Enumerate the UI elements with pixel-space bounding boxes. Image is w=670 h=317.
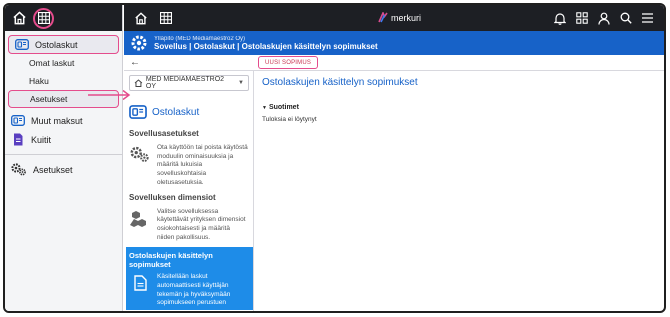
app-title: Ostolaskut [129, 105, 249, 119]
nav-subitem-label: Asetukset [30, 94, 68, 104]
nav-divider [5, 154, 122, 155]
card-description: Käsitellään laskut automaattisesti käytt… [157, 273, 231, 307]
left-nav-panel: Ostolaskut Omat laskut Haku Asetukset Mu… [5, 5, 123, 311]
nav-subitem-omat-laskut[interactable]: Omat laskut [5, 54, 122, 72]
app-title-label: Ostolaskut [152, 106, 200, 118]
gear-icon [131, 35, 147, 51]
section-title: Sovelluksen dimensiot [129, 192, 216, 202]
document-icon [133, 275, 147, 292]
left-top-bar [5, 5, 122, 31]
page-header: Ylläpito (MED Mediamaestro2 Oy) Sovellus… [124, 31, 664, 55]
settings-card-dimensions[interactable]: Valitse sovelluksessa käytettävät yrityk… [129, 208, 249, 243]
no-results-text: Tuloksia ei löytynyt [262, 116, 317, 123]
top-bar: merkuri [124, 5, 664, 31]
organization-name: Ylläpito (MED Mediamaestro2 Oy) [154, 35, 246, 42]
nav-item-kuitit[interactable]: Kuitit [5, 130, 122, 149]
nav-group: Ostolaskut Omat laskut Haku Asetukset Mu… [5, 31, 122, 179]
apps-grid-button[interactable] [33, 7, 54, 29]
gears-icon [130, 146, 149, 162]
filters-toggle[interactable]: ▼ Suotimet [262, 104, 656, 111]
invoice-icon [129, 105, 147, 119]
search-icon[interactable] [617, 10, 634, 27]
nav-item-ostolaskut[interactable]: Ostolaskut [8, 35, 119, 54]
nav-item-label: Muut maksut [31, 115, 83, 126]
main-panel: Ostolaskujen käsittelyn sopimukset ▼ Suo… [254, 71, 664, 311]
nav-subitem-label: Omat laskut [29, 58, 75, 68]
caret-down-icon: ▼ [262, 104, 267, 111]
card-description: Ota käyttöön tai poista käytöstä moduuli… [157, 144, 248, 186]
app-screen: merkuri Ylläpito (MED Mediamaestro2 Oy) … [124, 5, 664, 311]
new-agreement-button[interactable]: UUSI SOPIMUS [258, 56, 319, 69]
card-description: Valitse sovelluksessa käytettävät yrityk… [157, 207, 246, 241]
merkuri-logo-icon [378, 12, 388, 23]
back-arrow-icon[interactable]: ← [130, 57, 140, 68]
home-icon[interactable] [11, 10, 28, 27]
settings-sidebar: MED MEDIAMAESTRO2 OY ▼ Ostolaskut Sovell… [124, 71, 254, 311]
company-name: MED MEDIAMAESTRO2 OY [145, 76, 225, 90]
invoice-icon [15, 39, 29, 50]
apps-icon[interactable] [573, 10, 590, 27]
page-title: Ostolaskujen käsittelyn sopimukset [262, 77, 418, 88]
settings-card-invoice-agreements[interactable]: Ostolaskujen käsittelyn sopimukset Käsit… [126, 247, 253, 311]
home-icon[interactable] [132, 10, 149, 27]
settings-card-app-settings[interactable]: Ota käyttöön tai poista käytöstä moduuli… [129, 144, 249, 188]
grid-icon [37, 12, 50, 24]
section-title: Sovellusasetukset [129, 129, 199, 138]
nav-item-label: Asetukset [33, 164, 73, 175]
invoice-icon [11, 115, 25, 126]
user-icon[interactable] [595, 10, 612, 27]
nav-subitem-label: Haku [29, 76, 49, 86]
gears-icon [11, 163, 26, 176]
grid-icon[interactable] [157, 10, 174, 27]
building-icon [134, 79, 143, 87]
nav-item-label: Ostolaskut [35, 39, 78, 50]
brand-name: merkuri [391, 12, 422, 23]
nav-item-label: Kuitit [31, 134, 52, 145]
cubes-icon [130, 210, 146, 227]
brand-logo: merkuri [378, 12, 421, 23]
nav-item-muut-maksut[interactable]: Muut maksut [5, 111, 122, 130]
filters-label: Suotimet [268, 104, 299, 111]
screenshot-frame: Ostolaskut Omat laskut Haku Asetukset Mu… [3, 3, 666, 313]
content-area: MED MEDIAMAESTRO2 OY ▼ Ostolaskut Sovell… [124, 71, 664, 311]
receipt-icon [14, 133, 23, 146]
caret-down-icon: ▼ [238, 80, 244, 86]
company-select[interactable]: MED MEDIAMAESTRO2 OY ▼ [129, 75, 249, 91]
menu-icon[interactable] [639, 10, 656, 27]
toolbar: ← UUSI SOPIMUS [124, 55, 664, 71]
nav-item-asetukset[interactable]: Asetukset [5, 160, 122, 179]
bell-icon[interactable] [551, 10, 568, 27]
breadcrumb: Sovellus | Ostolaskut | Ostolaskujen käs… [154, 41, 378, 51]
nav-subitem-haku[interactable]: Haku [5, 72, 122, 90]
section-title: Ostolaskujen käsittelyn sopimukset [129, 251, 213, 270]
